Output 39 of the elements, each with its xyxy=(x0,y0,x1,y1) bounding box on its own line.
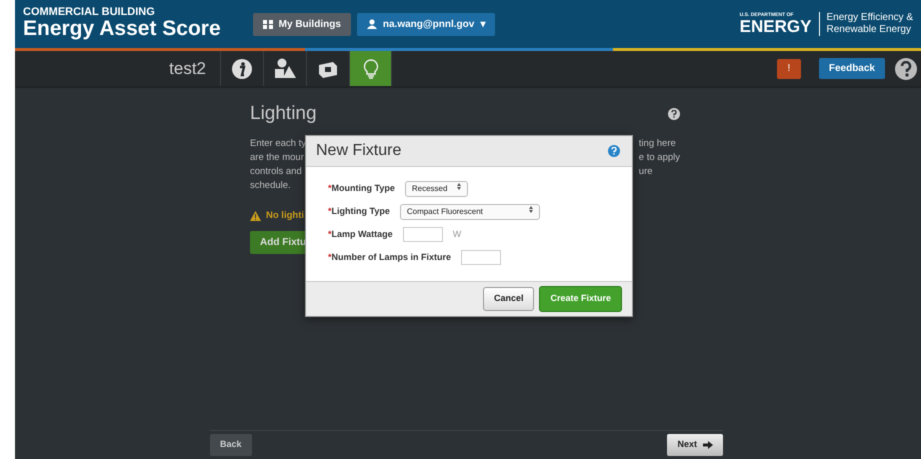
eere-text: Energy Efficiency & Renewable Energy xyxy=(819,12,913,36)
feedback-button[interactable]: Feedback xyxy=(818,58,885,79)
field-label: *Number of Lamps in Fixture xyxy=(328,250,452,264)
back-button[interactable]: Back xyxy=(210,434,252,456)
next-button[interactable]: Next xyxy=(667,434,723,456)
help-icon[interactable] xyxy=(608,145,620,157)
spinner-arrows-icon xyxy=(528,206,533,212)
unit-label: W xyxy=(452,228,462,241)
select-field[interactable]: Recessed xyxy=(404,180,468,196)
field-label: *Mounting Type xyxy=(328,182,395,195)
app-title: Energy Asset Score xyxy=(23,18,221,41)
step-tab[interactable] xyxy=(349,51,392,86)
intro-text: ting here e to apply ure xyxy=(638,136,680,178)
create-fixture-button[interactable]: Create Fixture xyxy=(539,286,622,312)
my-buildings-button[interactable]: My Buildings xyxy=(252,12,351,36)
input-field[interactable] xyxy=(461,250,502,265)
field-label: *Lamp Wattage xyxy=(328,228,393,241)
caret-icon: ▾ xyxy=(480,16,486,32)
dialog-title: New Fixture xyxy=(316,141,402,161)
input-field[interactable] xyxy=(402,227,443,242)
warning-icon xyxy=(250,210,261,221)
cancel-button[interactable]: Cancel xyxy=(482,287,534,311)
help-icon[interactable] xyxy=(895,58,917,80)
alert-button[interactable]: ! xyxy=(776,58,801,78)
info-icon xyxy=(231,58,253,80)
arrow-icon xyxy=(703,441,713,449)
user-icon xyxy=(366,19,377,29)
user-menu-button[interactable]: na.wang@pnnl.gov ▾ xyxy=(356,12,496,36)
shapes-icon xyxy=(274,58,296,80)
spinner-arrows-icon xyxy=(457,182,462,190)
building-name: test2 xyxy=(168,58,207,80)
page-title: Lighting xyxy=(250,102,317,126)
warning-text: No lighti xyxy=(266,208,304,222)
grid-icon xyxy=(262,20,273,28)
field-label: *Lighting Type xyxy=(328,204,390,218)
logo-subtitle: COMMERCIAL BUILDING xyxy=(23,7,156,18)
select-field[interactable]: Compact Fluorescent xyxy=(400,204,540,220)
help-icon[interactable] xyxy=(668,108,680,120)
doe-logo-text: ENERGY xyxy=(740,18,812,35)
